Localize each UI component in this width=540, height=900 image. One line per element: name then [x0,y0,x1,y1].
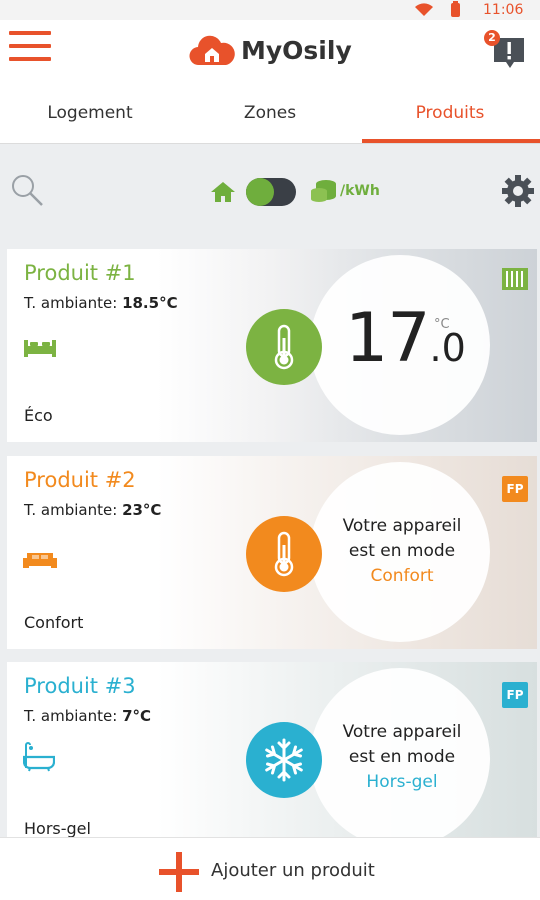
ambient-temperature: T. ambiante: 23°C [24,501,162,519]
mode-indicator [246,722,322,798]
product-mode: Hors-gel [24,819,91,838]
fp-badge: FP [502,682,528,708]
product-card-1[interactable]: Produit #1 T. ambiante: 18.5°C Éco 17.0 … [7,249,537,442]
menu-icon[interactable] [9,31,51,63]
add-product-label: Ajouter un produit [211,860,375,881]
tab-zones[interactable]: Zones [180,82,360,143]
product-name: Produit #3 [24,674,136,698]
bathtub-icon [23,742,55,772]
product-mode: Éco [24,406,53,425]
snowflake-icon [265,738,303,782]
mode-message: Votre appareil est en mode Hors-gel [342,722,462,792]
setpoint-value: 17.0 [345,299,466,378]
home-icon [211,182,235,202]
bed-icon [24,340,56,357]
fp-badge: FP [502,476,528,502]
product-name: Produit #2 [24,468,136,492]
wifi-icon [415,3,433,17]
status-time: 11:06 [483,2,524,18]
mode-message: Votre appareil est en mode Confort [342,516,462,586]
product-card-2[interactable]: Produit #2 T. ambiante: 23°C Confort FP … [7,456,537,649]
product-name: Produit #1 [24,261,136,285]
product-card-3[interactable]: Produit #3 T. ambiante: 7°C Hors-gel FP [7,662,537,855]
unit-label: /kWh [340,183,380,199]
ambient-temperature: T. ambiante: 18.5°C [24,294,178,312]
toggle-knob [246,178,274,206]
plus-icon [159,852,199,892]
mode-indicator [246,516,322,592]
tab-bar: Logement Zones Produits [0,82,540,144]
status-bar: 11:06 [0,0,540,20]
app-logo: MyOsily [189,32,352,68]
coins-icon [311,180,336,202]
thermometer-icon [274,531,294,577]
product-mode: Confort [24,613,84,632]
mode-toggle[interactable] [246,178,296,206]
notification-badge: 2 [484,30,500,46]
mode-indicator [246,309,322,385]
sofa-icon [23,553,57,568]
brand-name: MyOsily [241,35,352,65]
battery-icon [451,1,460,17]
tab-produits[interactable]: Produits [360,82,540,143]
notifications-button[interactable]: 2 [484,30,528,72]
gear-icon[interactable] [500,173,536,209]
add-product-button[interactable]: Ajouter un produit [0,837,540,900]
ambient-temperature: T. ambiante: 7°C [24,707,152,725]
app-bar: MyOsily 2 [0,20,540,82]
thermometer-icon [274,324,294,370]
filter-toolbar: /kWh [0,145,540,240]
setpoint-unit: °C [434,317,450,332]
radiator-icon [502,268,528,290]
cloud-home-logo-icon [189,35,235,66]
tab-logement[interactable]: Logement [0,82,180,143]
search-icon[interactable] [10,173,44,207]
